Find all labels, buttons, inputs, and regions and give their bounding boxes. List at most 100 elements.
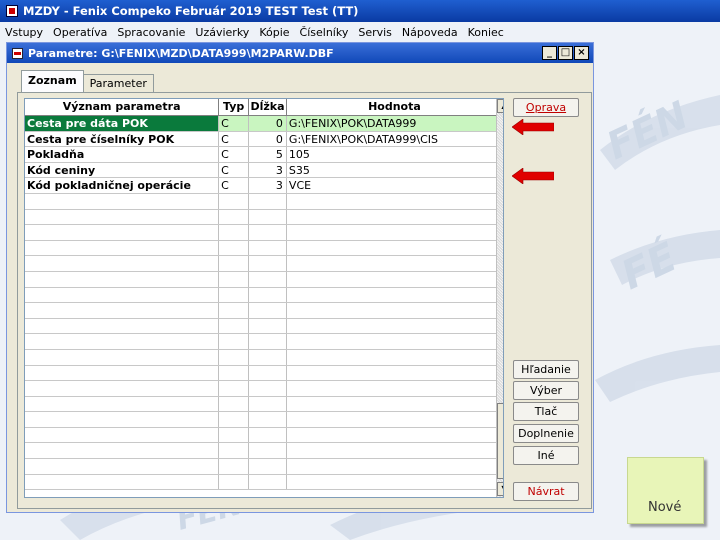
menu-napoveda[interactable]: Nápoveda	[397, 26, 463, 39]
vyber-button[interactable]: Výber	[513, 381, 579, 400]
menu-operativa[interactable]: Operatíva	[48, 26, 112, 39]
close-button[interactable]: ×	[574, 46, 589, 60]
menu-kopie[interactable]: Kópie	[254, 26, 294, 39]
navrat-label: Návrat	[527, 485, 565, 498]
empty-cell	[219, 209, 250, 225]
empty-cell	[287, 443, 503, 459]
empty-cell	[25, 381, 220, 396]
empty-cell	[249, 349, 287, 365]
cell-length: 3	[249, 178, 287, 193]
window-icon	[12, 47, 23, 59]
window-titlebar[interactable]: Parametre: G:\FENIX\MZD\DATA999\M2PARW.D…	[7, 43, 593, 63]
table-row[interactable]: Kód ceniny C 3 S35	[25, 162, 503, 179]
hladanie-button[interactable]: Hľadanie	[513, 360, 579, 379]
header-hodnota[interactable]: Hodnota	[287, 99, 503, 115]
empty-cell	[249, 396, 287, 412]
empty-cell	[219, 396, 250, 412]
header-dlzka[interactable]: Dĺžka	[249, 99, 287, 115]
cell-name: Kód ceniny	[25, 162, 220, 178]
minimize-button[interactable]: _	[542, 46, 557, 60]
empty-row	[25, 427, 503, 444]
empty-cell	[219, 349, 250, 365]
empty-cell	[219, 365, 250, 381]
header-typ[interactable]: Typ	[219, 99, 250, 115]
empty-row	[25, 365, 503, 382]
empty-cell	[25, 334, 220, 349]
svg-text:FÉN: FÉN	[600, 93, 694, 168]
empty-cell	[287, 459, 503, 474]
note-box: Nové	[627, 457, 704, 524]
table-row[interactable]: Cesta pre číselníky POK C 0 G:\FENIX\POK…	[25, 131, 503, 148]
empty-cell	[25, 396, 220, 412]
menu-spracovanie[interactable]: Spracovanie	[112, 26, 190, 39]
empty-cell	[287, 474, 503, 490]
tab-zoznam[interactable]: Zoznam	[21, 70, 84, 92]
table-row[interactable]: Kód pokladničnej operácie C 3 VCE	[25, 178, 503, 194]
oprava-button[interactable]: Oprava	[513, 98, 579, 117]
empty-cell	[287, 334, 503, 349]
parameters-grid: Význam parametra Typ Dĺžka Hodnota Cesta…	[24, 98, 504, 498]
table-row[interactable]: Pokladňa C 5 105	[25, 147, 503, 163]
vertical-scrollbar[interactable]: ▲ ▼	[496, 99, 503, 497]
empty-row	[25, 349, 503, 366]
empty-cell	[25, 225, 220, 240]
empty-row	[25, 287, 503, 304]
empty-row	[25, 412, 503, 428]
empty-cell	[219, 381, 250, 396]
doplnenie-label: Doplnenie	[518, 427, 574, 440]
hladanie-label: Hľadanie	[521, 363, 571, 376]
scroll-up-button[interactable]: ▲	[497, 99, 503, 113]
empty-cell	[219, 193, 250, 209]
navrat-button[interactable]: Návrat	[513, 482, 579, 501]
menu-ciselniky[interactable]: Číselníky	[295, 26, 354, 39]
empty-cell	[219, 412, 250, 427]
header-vyznam[interactable]: Význam parametra	[25, 99, 220, 115]
empty-cell	[219, 474, 250, 490]
cell-type: C	[219, 131, 250, 147]
empty-cell	[25, 256, 220, 271]
cell-value: G:\FENIX\POK\DATA999\CIS	[287, 131, 503, 147]
empty-cell	[287, 318, 503, 334]
empty-cell	[249, 318, 287, 334]
menu-vstupy[interactable]: Vstupy	[0, 26, 48, 39]
ine-button[interactable]: Iné	[513, 446, 579, 465]
cell-type: C	[219, 162, 250, 178]
cell-type: C	[219, 178, 250, 193]
cell-value: G:\FENIX\POK\DATA999	[286, 116, 503, 131]
empty-cell	[287, 396, 503, 412]
empty-rows	[25, 193, 503, 491]
empty-cell	[25, 443, 220, 459]
cell-name: Kód pokladničnej operácie	[25, 178, 220, 193]
empty-cell	[287, 427, 503, 443]
doplnenie-button[interactable]: Doplnenie	[513, 424, 579, 443]
empty-cell	[25, 412, 220, 427]
menu-koniec[interactable]: Koniec	[463, 26, 509, 39]
empty-cell	[287, 256, 503, 271]
tlac-button[interactable]: Tlač	[513, 402, 579, 421]
red-arrow-icon	[512, 168, 554, 184]
tab-parameter[interactable]: Parameter	[82, 74, 154, 92]
menu-servis[interactable]: Servis	[353, 26, 397, 39]
cell-value: S35	[287, 162, 503, 178]
cell-name: Cesta pre číselníky POK	[25, 131, 220, 147]
ine-label: Iné	[537, 449, 555, 462]
table-row[interactable]: Cesta pre dáta POK C 0 G:\FENIX\POK\DATA…	[25, 116, 503, 132]
empty-row	[25, 209, 503, 226]
menu-uzavierky[interactable]: Uzávierky	[190, 26, 254, 39]
empty-cell	[219, 334, 250, 349]
empty-cell	[249, 193, 287, 209]
empty-cell	[25, 240, 220, 256]
empty-row	[25, 303, 503, 319]
cell-type: C	[219, 147, 250, 162]
empty-cell	[219, 271, 250, 287]
empty-cell	[249, 303, 287, 318]
window-title: Parametre: G:\FENIX\MZD\DATA999\M2PARW.D…	[28, 46, 334, 60]
scroll-down-button[interactable]: ▼	[497, 482, 503, 496]
empty-cell	[287, 412, 503, 427]
empty-cell	[287, 240, 503, 256]
cell-length: 5	[249, 147, 287, 162]
scroll-thumb[interactable]	[497, 403, 503, 479]
oprava-label: Oprava	[525, 101, 567, 114]
empty-row	[25, 271, 503, 288]
maximize-button[interactable]: □	[558, 46, 573, 60]
